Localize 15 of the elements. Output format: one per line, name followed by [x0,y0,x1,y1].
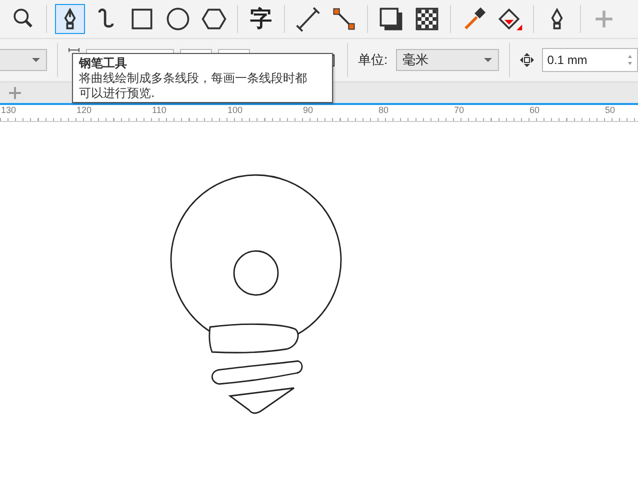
ruler-label: 100 [228,105,244,117]
tooltip-title: 钢笔工具 [79,56,127,71]
nudge-field[interactable]: 0.1 mm [542,48,638,72]
tooltip-text: 将曲线绘制成多条线段，每画一条线段时都可以进行预览. [79,71,308,101]
ruler-label: 90 [303,105,314,117]
ruler-label: 120 [76,105,93,117]
unit-dropdown[interactable]: 毫米 [396,49,500,71]
text-tool[interactable]: 字 [246,4,276,34]
ruler-label: 130 [1,105,18,117]
unit-label: 单位: [358,51,388,69]
ruler-label: 60 [530,105,541,117]
ruler-label: 70 [454,105,466,117]
ruler-label: 110 [152,105,168,117]
ruler-label: 50 [605,105,616,117]
ruler-label: 80 [378,105,390,117]
